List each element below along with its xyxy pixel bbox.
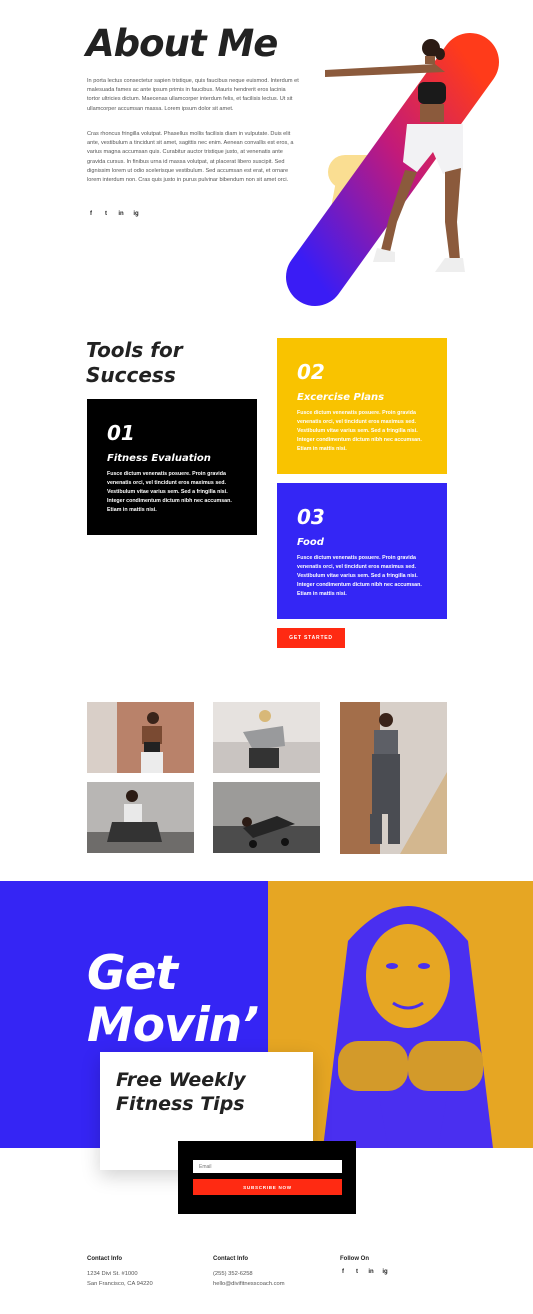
card-title: Food (297, 537, 324, 548)
get-movin-heading: Get Movin’ (87, 946, 259, 1053)
linkedin-icon[interactable]: in (118, 211, 124, 217)
footer-social-links: f t in ig (340, 1269, 388, 1275)
footer-line: San Francisco, CA 94220 (87, 1281, 153, 1287)
subscribe-button[interactable]: SUBSCRIBE NOW (193, 1179, 342, 1195)
email-input[interactable] (193, 1160, 342, 1173)
tool-card-fitness-evaluation: 01 Fitness Evaluation Fusce dictum venen… (87, 399, 257, 535)
facebook-icon[interactable]: f (88, 211, 94, 217)
footer-heading: Contact Info (213, 1256, 248, 1262)
tool-card-exercise-plans: 02 Excercise Plans Fusce dictum venenati… (277, 338, 447, 474)
gallery-photo-3[interactable] (340, 702, 447, 854)
footer-follow: Follow On f t in ig (340, 1256, 388, 1275)
facebook-icon[interactable]: f (340, 1269, 346, 1275)
tool-card-food: 03 Food Fusce dictum venenatis posuere. … (277, 483, 447, 619)
gallery-photo-1[interactable] (87, 702, 194, 773)
footer-line: 1234 Divi St. #1000 (87, 1271, 138, 1277)
tools-title: Tools for Success (86, 338, 183, 387)
footer-email[interactable]: hello@divifitnesscoach.com (213, 1279, 285, 1289)
footer-heading: Follow On (340, 1256, 369, 1262)
about-title: About Me (86, 22, 278, 65)
footer-contact-address: Contact Info 1234 Divi St. #1000 San Fra… (87, 1256, 153, 1289)
heading-line-1: Get (87, 946, 178, 1001)
heading-line-2: Movin’ (87, 998, 259, 1053)
card-number: 01 (107, 421, 135, 445)
tips-title: Free Weekly Fitness Tips (116, 1068, 297, 1116)
card-text: Fusce dictum venenatis posuere. Proin gr… (107, 471, 232, 513)
card-text: Fusce dictum venenatis posuere. Proin gr… (297, 555, 422, 597)
about-paragraph-2: Cras rhoncus fringilla volutpat. Phasell… (87, 131, 294, 184)
card-number: 02 (297, 360, 325, 384)
footer-contact-phone: Contact Info (255) 352-6258 hello@divifi… (213, 1256, 285, 1289)
subscribe-form: SUBSCRIBE NOW (178, 1141, 356, 1214)
tips-line-2: Fitness Tips (116, 1093, 245, 1115)
about-social-links: f t in ig (88, 211, 139, 217)
tips-line-1: Free Weekly (116, 1069, 246, 1091)
card-number: 03 (297, 505, 325, 529)
footer-heading: Contact Info (87, 1256, 122, 1262)
linkedin-icon[interactable]: in (368, 1269, 374, 1275)
card-title: Excercise Plans (297, 392, 385, 403)
get-started-button[interactable]: GET STARTED (277, 628, 345, 648)
twitter-icon[interactable]: t (354, 1269, 360, 1275)
instagram-icon[interactable]: ig (382, 1269, 388, 1275)
about-paragraph-1: In porta lectus consectetur sapien trist… (87, 78, 299, 112)
hero-image (285, 22, 515, 312)
instagram-icon[interactable]: ig (133, 211, 139, 217)
twitter-icon[interactable]: t (103, 211, 109, 217)
footer-phone[interactable]: (255) 352-6258 (213, 1269, 285, 1279)
gallery-photo-2[interactable] (213, 702, 320, 773)
gallery-photo-4[interactable] (87, 782, 194, 853)
gallery-photo-5[interactable] (213, 782, 320, 853)
card-title: Fitness Evaluation (107, 453, 211, 464)
card-text: Fusce dictum venenatis posuere. Proin gr… (297, 410, 422, 452)
